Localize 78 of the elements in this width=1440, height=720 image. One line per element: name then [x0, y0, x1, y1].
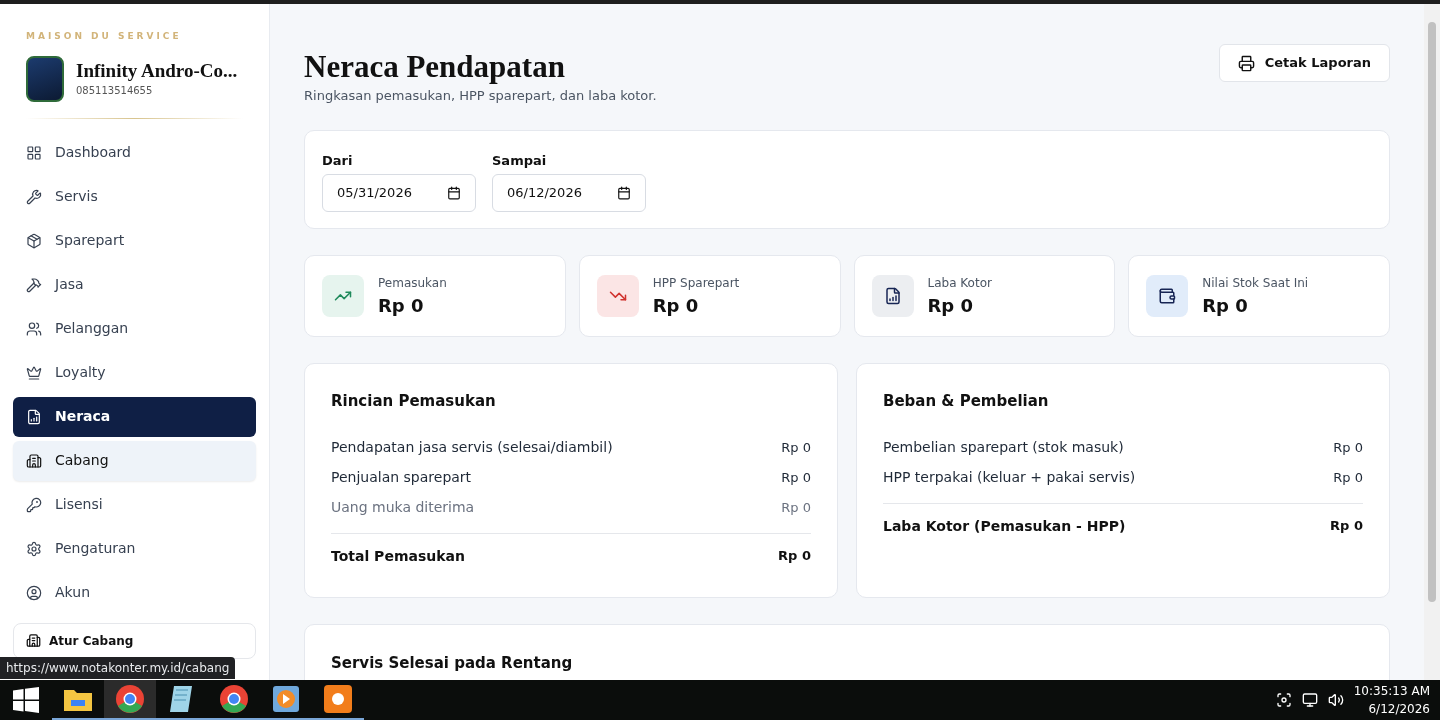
- date-field[interactable]: 05/31/2026: [322, 174, 476, 212]
- building-icon: [26, 633, 41, 648]
- row-label: Uang muka diterima: [331, 498, 475, 517]
- row-value: Rp 0: [781, 468, 811, 487]
- tagline: MAISON DU SERVICE: [26, 30, 183, 43]
- calendar-icon: [447, 186, 461, 200]
- stat-value: Rp 0: [1202, 293, 1249, 318]
- row-label: Penjualan sparepart: [331, 468, 472, 487]
- row-value: Rp 0: [778, 546, 811, 565]
- windows-icon: [13, 687, 39, 713]
- row-value: Rp 0: [781, 498, 811, 517]
- row-label: Pendapatan jasa servis (selesai/diambil): [331, 438, 613, 457]
- field-label: Sampai: [492, 151, 548, 170]
- row-value: Rp 0: [1333, 438, 1363, 457]
- sidebar-item[interactable]: Dashboard: [13, 132, 256, 173]
- trend-up-icon: [322, 275, 364, 317]
- clock-time: 10:35:13 AM: [1353, 683, 1430, 700]
- row-value: Rp 0: [1330, 516, 1363, 535]
- volume-icon[interactable]: [1327, 692, 1344, 708]
- key-icon: [26, 496, 42, 513]
- gear-icon: [26, 540, 42, 557]
- print-button[interactable]: Cetak Laporan: [1218, 44, 1390, 82]
- brand-name: Infinity Andro-Co...: [76, 59, 238, 83]
- focus-icon[interactable]: [1275, 692, 1292, 708]
- crown-icon: [26, 364, 42, 381]
- stat-label: Laba Kotor: [927, 274, 992, 292]
- clock-date: 6/12/2026: [1368, 701, 1430, 718]
- sidebar-item[interactable]: Sparepart: [13, 220, 256, 261]
- sidebar-item[interactable]: Neraca: [13, 396, 256, 437]
- sidebar-item[interactable]: Pengaturan: [13, 528, 256, 569]
- users-icon: [26, 320, 42, 337]
- stat-value: Rp 0: [652, 293, 700, 318]
- report-icon: [871, 275, 914, 317]
- taskbar-app[interactable]: [104, 680, 156, 720]
- card-title: Rincian Pemasukan: [331, 391, 497, 412]
- page-title: Neraca Pendapatan: [304, 48, 566, 86]
- brand-logo: [26, 55, 64, 102]
- user-circle-icon: [26, 584, 42, 601]
- date-field[interactable]: 06/12/2026: [492, 174, 646, 212]
- row-label: HPP terpakai (keluar + pakai servis): [883, 468, 1136, 487]
- row-label: Total Pemasukan: [331, 546, 465, 566]
- row-label: Laba Kotor (Pemasukan - HPP): [883, 516, 1126, 536]
- row-label: Pembelian sparepart (stok masuk): [883, 438, 1124, 457]
- wrench-icon: [26, 188, 42, 205]
- row-value: Rp 0: [1333, 468, 1363, 487]
- hammer-icon: [26, 276, 42, 293]
- scrollbar[interactable]: [1424, 4, 1440, 680]
- field-label: Dari: [322, 151, 354, 170]
- sidebar-item[interactable]: Pelanggan: [13, 308, 256, 349]
- stat-value: Rp 0: [927, 293, 975, 318]
- brand-phone: 085113514655: [76, 83, 154, 98]
- sidebar-item[interactable]: Servis: [13, 176, 256, 217]
- play-icon: [272, 685, 300, 713]
- sidebar-item[interactable]: Cabang: [13, 440, 256, 481]
- stat-label: HPP Sparepart: [652, 274, 740, 292]
- stat-value: Rp 0: [378, 293, 425, 318]
- box-icon: [26, 232, 42, 249]
- printer-icon: [1237, 54, 1255, 72]
- calendar-icon: [617, 186, 631, 200]
- page-subtitle: Ringkasan pemasukan, HPP sparepart, dan laba kotor.: [304, 87, 657, 105]
- status-url-tooltip: https://www.notakonter.my.id/cabang: [0, 657, 236, 679]
- stat-label: Pemasukan: [378, 274, 447, 292]
- building-icon: [26, 452, 42, 469]
- sidebar-item[interactable]: Jasa: [13, 264, 256, 305]
- sidebar-item[interactable]: Loyalty: [13, 352, 256, 393]
- browser-icon: [115, 684, 145, 714]
- sidebar-item[interactable]: Lisensi: [13, 484, 256, 525]
- row-value: Rp 0: [781, 438, 811, 457]
- grid-icon: [26, 144, 42, 161]
- browser-icon: [219, 684, 249, 714]
- stat-label: Nilai Stok Saat Ini: [1202, 274, 1309, 292]
- capture-icon: [323, 684, 353, 714]
- sidebar-item[interactable]: Akun: [13, 572, 256, 613]
- card-title: Servis Selesai pada Rentang: [331, 653, 573, 672]
- report-icon: [26, 408, 42, 425]
- card-title: Beban & Pembelian: [883, 391, 1050, 412]
- wallet-icon: [1146, 275, 1189, 317]
- trend-down-icon: [596, 275, 639, 317]
